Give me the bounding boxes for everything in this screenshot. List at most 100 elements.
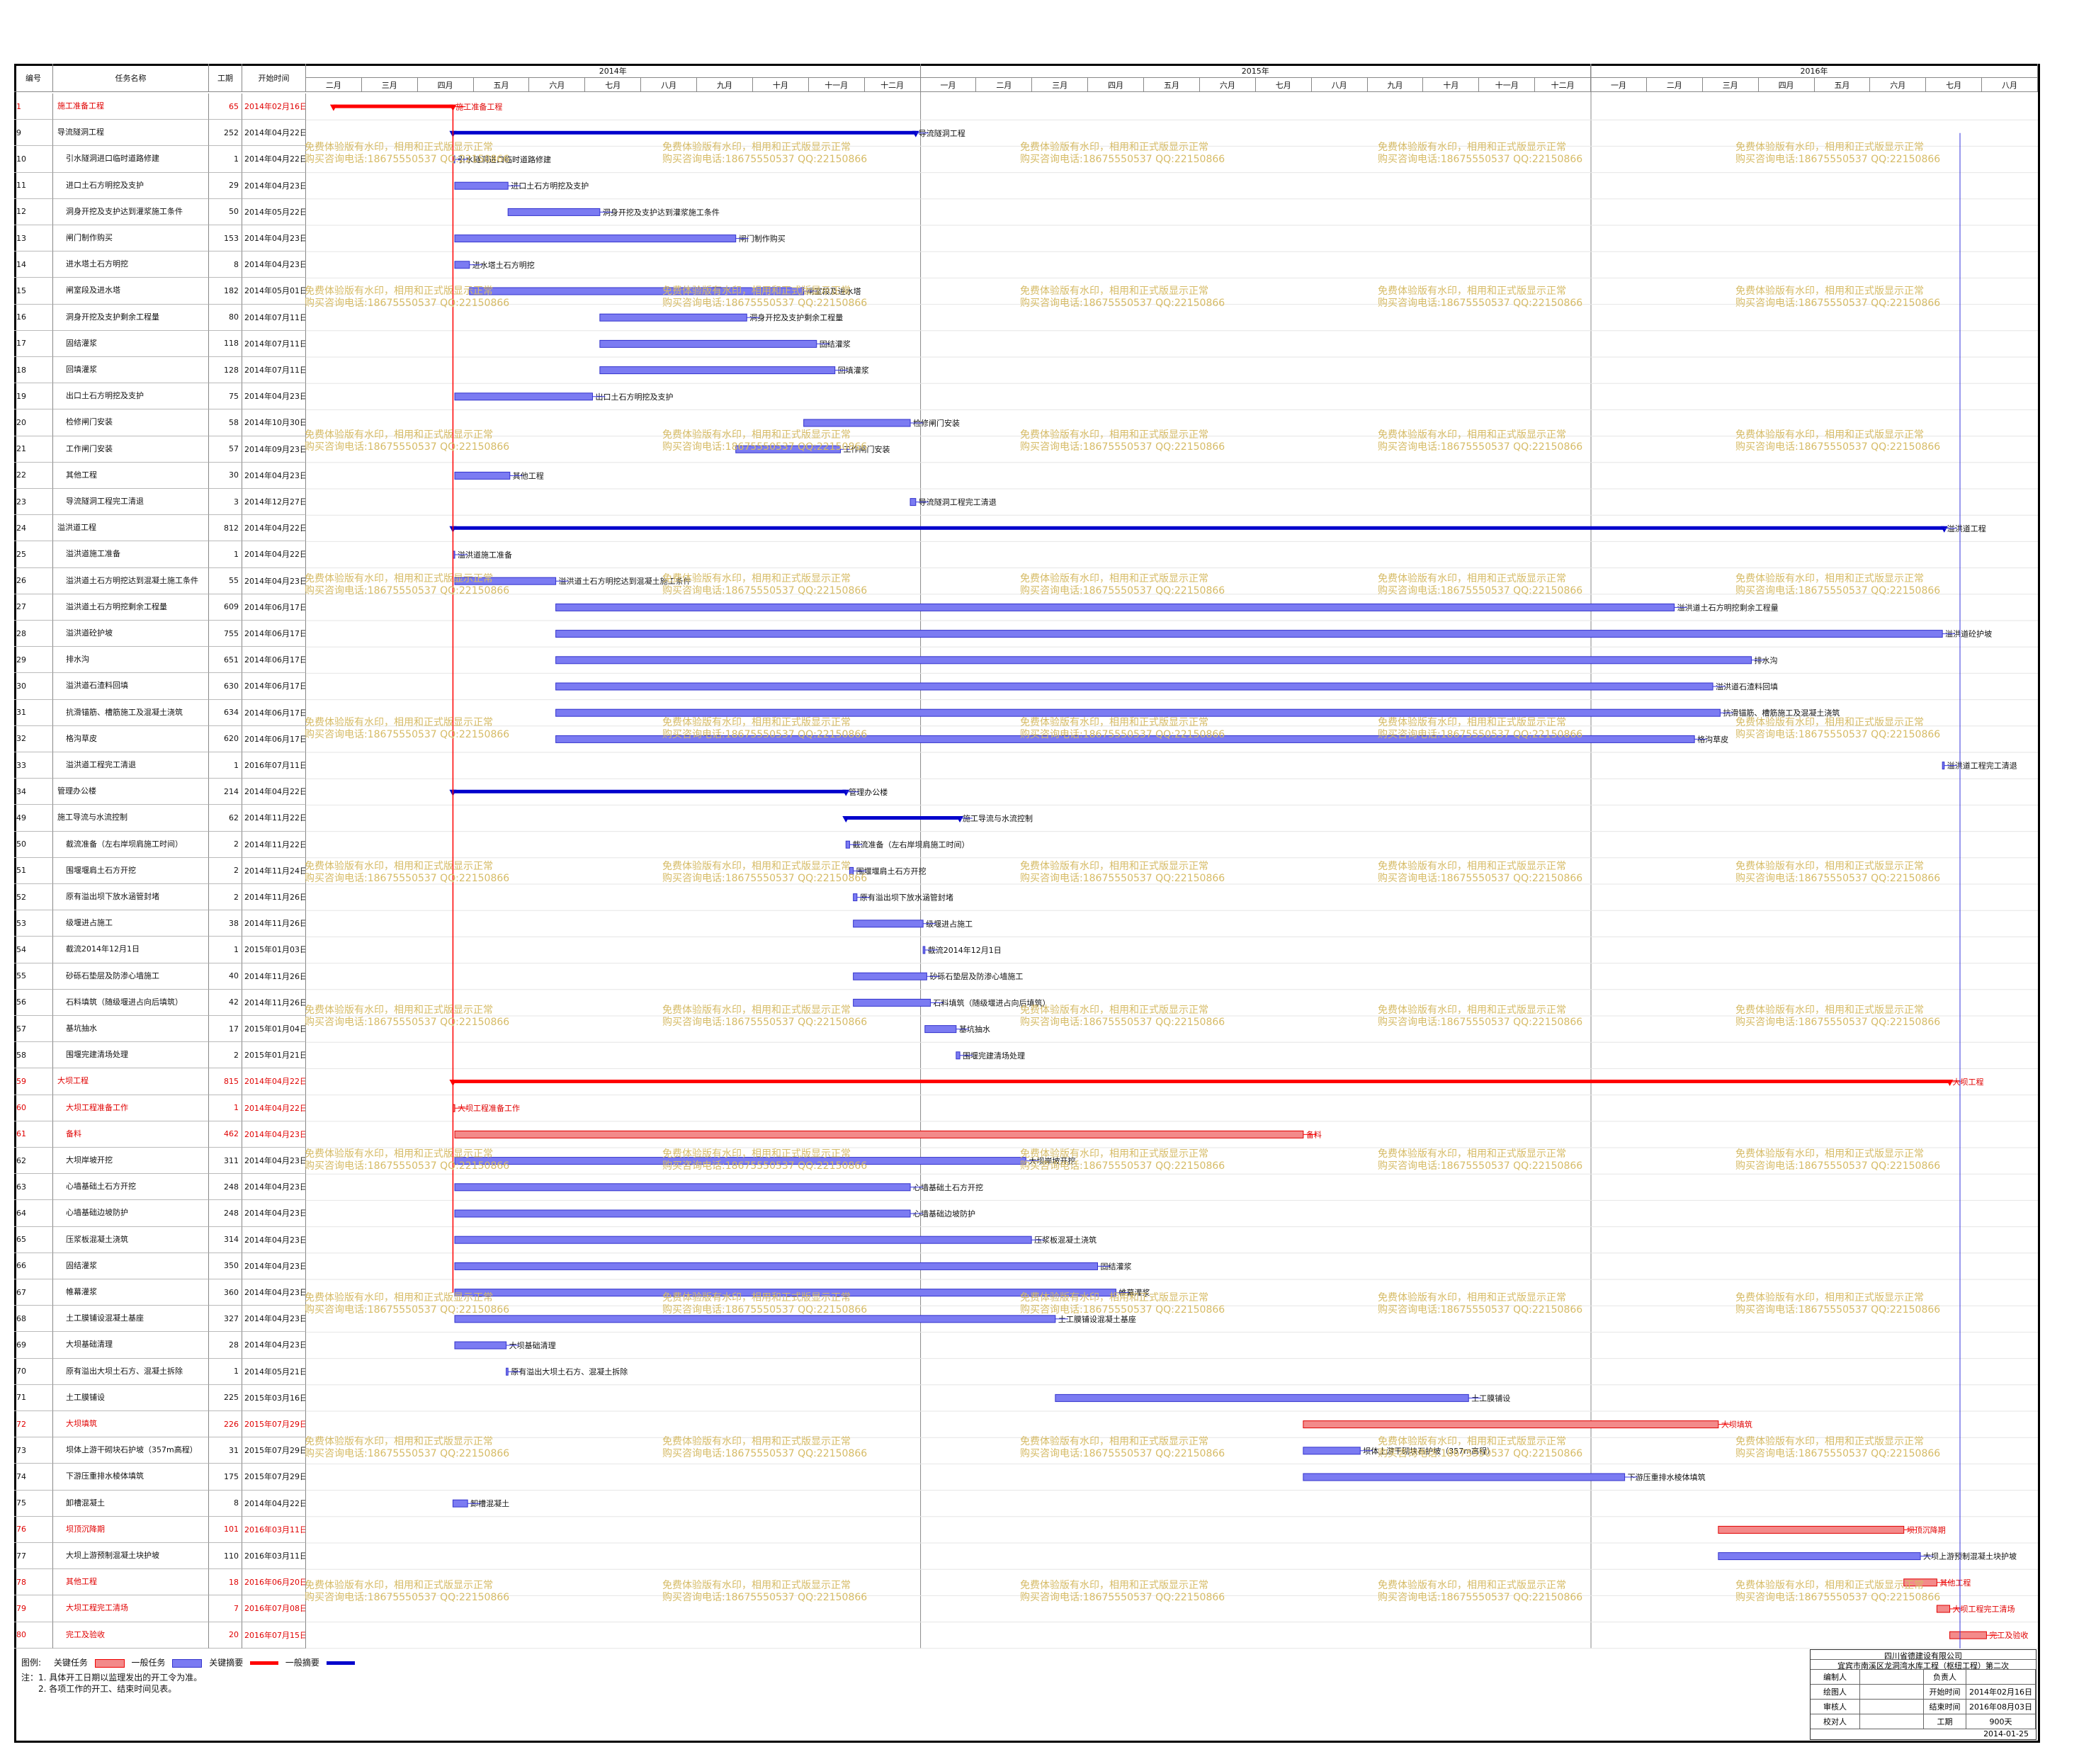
watermark-line-2: 购买咨询电话:18675550537 QQ:22150866	[1378, 1592, 1583, 1603]
watermark-line-2: 购买咨询电话:18675550537 QQ:22150866	[1735, 1304, 1941, 1316]
watermark-line-1: 免费体验版有水印，相用和正式版显示正常	[1020, 1292, 1208, 1304]
task-bar-label: 施工导流与水流控制	[963, 813, 1033, 823]
watermark: 免费体验版有水印，相用和正式版显示正常 购买咨询电话:18675550537 QQ…	[1020, 1436, 1225, 1460]
watermark: 免费体验版有水印，相用和正式版显示正常 购买咨询电话:18675550537 QQ…	[1378, 429, 1582, 453]
watermark-line-2: 购买咨询电话:18675550537 QQ:22150866	[305, 441, 510, 453]
task-bar	[454, 261, 470, 269]
watermark: 免费体验版有水印，相用和正式版显示正常 购买咨询电话:18675550537 QQ…	[1735, 717, 1940, 741]
watermark-line-2: 购买咨询电话:18675550537 QQ:22150866	[305, 729, 510, 740]
company-name: 四川省德建设有限公司	[1811, 1650, 2036, 1661]
watermark-line-2: 购买咨询电话:18675550537 QQ:22150866	[1378, 585, 1583, 597]
title-block-cell: 负责人	[1924, 1670, 1966, 1685]
watermark-line-2: 购买咨询电话:18675550537 QQ:22150866	[1378, 154, 1583, 165]
watermark-line-2: 购买咨询电话:18675550537 QQ:22150866	[305, 1592, 510, 1603]
task-bar-label: 进口土石方明挖及支护	[511, 181, 589, 191]
watermark-line-2: 购买咨询电话:18675550537 QQ:22150866	[1378, 1160, 1583, 1172]
watermark-line-2: 购买咨询电话:18675550537 QQ:22150866	[305, 1017, 510, 1028]
legend-critical-task-swatch	[94, 1658, 125, 1668]
task-bar	[555, 630, 1943, 638]
watermark-line-2: 购买咨询电话:18675550537 QQ:22150866	[1378, 873, 1583, 884]
watermark: 免费体验版有水印，相用和正式版显示正常 购买咨询电话:18675550537 QQ…	[662, 573, 867, 597]
watermark: 免费体验版有水印，相用和正式版显示正常 购买咨询电话:18675550537 QQ…	[305, 1436, 509, 1460]
watermark: 免费体验版有水印，相用和正式版显示正常 购买咨询电话:18675550537 QQ…	[662, 1580, 867, 1604]
watermark-line-1: 免费体验版有水印，相用和正式版显示正常	[305, 1292, 493, 1304]
watermark-line-1: 免费体验版有水印，相用和正式版显示正常	[1735, 717, 1924, 728]
task-bar	[599, 313, 747, 322]
task-bar	[454, 1262, 1098, 1270]
watermark: 免费体验版有水印，相用和正式版显示正常 购买咨询电话:18675550537 QQ…	[662, 861, 867, 885]
task-bar	[454, 1236, 1032, 1244]
watermark-line-2: 购买咨询电话:18675550537 QQ:22150866	[1735, 154, 1941, 165]
title-block-cell: 审核人	[1811, 1700, 1860, 1714]
watermark: 免费体验版有水印，相用和正式版显示正常 购买咨询电话:18675550537 QQ…	[1020, 429, 1225, 453]
task-bar-label: 原有溢出大坝土石方、混凝土拆除	[511, 1367, 628, 1376]
task-bar	[803, 419, 911, 427]
watermark-line-2: 购买咨询电话:18675550537 QQ:22150866	[1020, 441, 1225, 453]
watermark-line-2: 购买咨询电话:18675550537 QQ:22150866	[662, 1592, 868, 1603]
legend: 图例: 关键任务 一般任务 关键摘要 一般摘要	[21, 1656, 359, 1668]
watermark: 免费体验版有水印，相用和正式版显示正常 购买咨询电话:18675550537 QQ…	[1378, 1292, 1582, 1316]
task-bar-label: 下游压重排水棱体填筑	[1628, 1472, 1706, 1482]
watermark-line-2: 购买咨询电话:18675550537 QQ:22150866	[1020, 873, 1225, 884]
watermark-line-2: 购买咨询电话:18675550537 QQ:22150866	[662, 1448, 868, 1459]
title-block-cell: 校对人	[1811, 1714, 1860, 1729]
watermark-line-2: 购买咨询电话:18675550537 QQ:22150866	[1020, 154, 1225, 165]
watermark: 免费体验版有水印，相用和正式版显示正常 购买咨询电话:18675550537 QQ…	[662, 1292, 867, 1316]
watermark: 免费体验版有水印，相用和正式版显示正常 购买咨询电话:18675550537 QQ…	[662, 1436, 867, 1460]
watermark-line-1: 免费体验版有水印，相用和正式版显示正常	[662, 142, 851, 153]
watermark-line-1: 免费体验版有水印，相用和正式版显示正常	[1378, 1580, 1566, 1591]
watermark-line-2: 购买咨询电话:18675550537 QQ:22150866	[1735, 298, 1941, 309]
watermark: 免费体验版有水印，相用和正式版显示正常 购买咨询电话:18675550537 QQ…	[1735, 1148, 1940, 1172]
title-block-cell: 结束时间	[1924, 1700, 1966, 1714]
task-bar	[454, 1315, 1056, 1323]
watermark-line-1: 免费体验版有水印，相用和正式版显示正常	[1378, 1148, 1566, 1160]
title-block-cell	[1860, 1714, 1924, 1729]
watermark: 免费体验版有水印，相用和正式版显示正常 购买咨询电话:18675550537 QQ…	[1735, 429, 1940, 453]
watermark-line-1: 免费体验版有水印，相用和正式版显示正常	[1020, 861, 1208, 872]
watermark-line-2: 购买咨询电话:18675550537 QQ:22150866	[662, 1304, 868, 1316]
watermark-line-1: 免费体验版有水印，相用和正式版显示正常	[662, 861, 851, 872]
watermark: 免费体验版有水印，相用和正式版显示正常 购买咨询电话:18675550537 QQ…	[305, 429, 509, 453]
summary-bar	[333, 104, 453, 108]
watermark: 免费体验版有水印，相用和正式版显示正常 购买咨询电话:18675550537 QQ…	[305, 142, 509, 166]
watermark: 免费体验版有水印，相用和正式版显示正常 购买咨询电话:18675550537 QQ…	[1020, 1292, 1225, 1316]
watermark-line-2: 购买咨询电话:18675550537 QQ:22150866	[662, 441, 868, 453]
legend-title: 图例:	[21, 1658, 42, 1668]
watermark-line-1: 免费体验版有水印，相用和正式版显示正常	[662, 429, 851, 441]
watermark: 免费体验版有水印，相用和正式版显示正常 购买咨询电话:18675550537 QQ…	[1735, 142, 1940, 166]
watermark: 免费体验版有水印，相用和正式版显示正常 购买咨询电话:18675550537 QQ…	[1378, 142, 1582, 166]
watermark: 免费体验版有水印，相用和正式版显示正常 购买咨询电话:18675550537 QQ…	[1735, 861, 1940, 885]
task-bar-label: 心墙基础土石方开挖	[913, 1182, 983, 1192]
watermark-line-1: 免费体验版有水印，相用和正式版显示正常	[1735, 1148, 1924, 1160]
watermark: 免费体验版有水印，相用和正式版显示正常 购买咨询电话:18675550537 QQ…	[1020, 717, 1225, 741]
task-bar	[555, 708, 1721, 717]
watermark-line-1: 免费体验版有水印，相用和正式版显示正常	[305, 1148, 493, 1160]
watermark-line-1: 免费体验版有水印，相用和正式版显示正常	[1378, 1005, 1566, 1016]
watermark: 免费体验版有水印，相用和正式版显示正常 购买咨询电话:18675550537 QQ…	[1378, 861, 1582, 885]
watermark-line-1: 免费体验版有水印，相用和正式版显示正常	[1378, 429, 1566, 441]
task-bar	[507, 208, 601, 216]
watermark-line-1: 免费体验版有水印，相用和正式版显示正常	[1378, 1292, 1566, 1304]
task-bar-label: 截流准备（左右岸坝肩施工时间）	[852, 839, 969, 849]
watermark-line-2: 购买咨询电话:18675550537 QQ:22150866	[1020, 1592, 1225, 1603]
legend-normal-task-label: 一般任务	[131, 1658, 166, 1668]
task-bar-label: 截流2014年12月1日	[928, 945, 1002, 955]
task-bar	[555, 656, 1752, 665]
watermark: 免费体验版有水印，相用和正式版显示正常 购买咨询电话:18675550537 QQ…	[1378, 1005, 1582, 1029]
title-block: 四川省德建设有限公司 宜宾市南溪区龙洞湾水库工程（枢纽工程）第二次 编制人 负责人…	[1810, 1649, 2036, 1740]
watermark-line-2: 购买咨询电话:18675550537 QQ:22150866	[1378, 1448, 1583, 1459]
watermark: 免费体验版有水印，相用和正式版显示正常 购买咨询电话:18675550537 QQ…	[305, 861, 509, 885]
watermark-line-1: 免费体验版有水印，相用和正式版显示正常	[662, 1148, 851, 1160]
title-block-cell: 2016年08月03日	[1966, 1700, 2036, 1714]
watermark-line-2: 购买咨询电话:18675550537 QQ:22150866	[1020, 1304, 1225, 1316]
task-bar	[1936, 1605, 1951, 1613]
drawing-date: 2014-01-25	[1983, 1729, 2029, 1738]
task-bar-label: 洞身开挖及支护达到灌浆施工条件	[603, 207, 720, 217]
watermark: 免费体验版有水印，相用和正式版显示正常 购买咨询电话:18675550537 QQ…	[1378, 285, 1582, 310]
task-bar	[454, 234, 737, 243]
task-bar-label: 原有溢出坝下放水涵管封堵	[860, 893, 953, 903]
watermark-line-2: 购买咨询电话:18675550537 QQ:22150866	[662, 585, 868, 597]
task-bar	[1303, 1473, 1626, 1481]
watermark: 免费体验版有水印，相用和正式版显示正常 购买咨询电话:18675550537 QQ…	[662, 717, 867, 741]
watermark-line-1: 免费体验版有水印，相用和正式版显示正常	[1020, 717, 1208, 728]
